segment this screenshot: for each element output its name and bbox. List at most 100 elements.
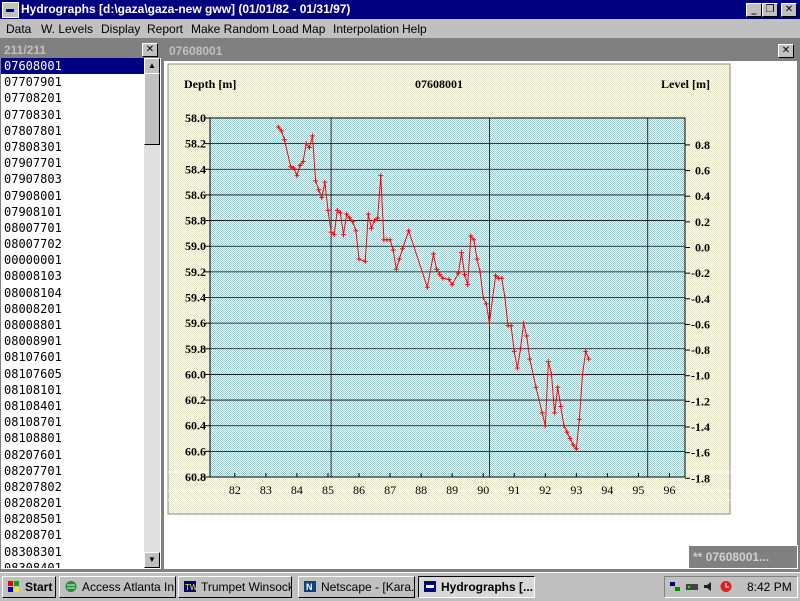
- menu-display[interactable]: Display: [101, 22, 140, 36]
- well-list-item[interactable]: 07808301: [1, 139, 144, 155]
- maximize-button[interactable]: ❐: [762, 3, 778, 17]
- well-list-item[interactable]: 08308401: [1, 560, 144, 568]
- well-list-item[interactable]: 07707901: [1, 74, 144, 90]
- app-title-bar[interactable]: Hydrographs [d:\gaza\gaza-new gww] (01/0…: [0, 0, 800, 19]
- well-list-item[interactable]: 08208501: [1, 511, 144, 527]
- menu-bar: Data W. Levels Display Report Make Rando…: [0, 19, 800, 38]
- well-list-item[interactable]: 07708201: [1, 90, 144, 106]
- well-list-item[interactable]: 08108101: [1, 382, 144, 398]
- left-axis-title: Depth [m]: [184, 77, 236, 91]
- well-list-item[interactable]: 08008801: [1, 317, 144, 333]
- minimize-button[interactable]: _: [746, 3, 762, 17]
- task-hydrographs[interactable]: Hydrographs [...: [418, 576, 535, 598]
- well-list-item[interactable]: 08107601: [1, 349, 144, 365]
- well-list-item[interactable]: 08008201: [1, 301, 144, 317]
- well-list-item[interactable]: 07907701: [1, 155, 144, 171]
- start-button[interactable]: Start: [2, 576, 56, 598]
- menu-w-levels[interactable]: W. Levels: [41, 22, 93, 36]
- well-list-window: 211/211 ✕ 07608001 07707901 07708201 077083…: [0, 40, 162, 570]
- system-tray: 8:42 PM: [664, 576, 798, 598]
- scroll-up-icon[interactable]: ▲: [144, 58, 160, 74]
- well-list-item[interactable]: 08007701: [1, 220, 144, 236]
- right-tick-label: 0.8: [695, 138, 710, 152]
- well-list-item[interactable]: 07608001: [1, 58, 144, 75]
- well-list-item[interactable]: 08207601: [1, 447, 144, 463]
- well-list-item[interactable]: 07807801: [1, 123, 144, 139]
- menu-report[interactable]: Report: [147, 22, 183, 36]
- task-netscape[interactable]: N Netscape - [Kara...: [298, 576, 415, 598]
- scheduler-icon[interactable]: [719, 580, 733, 593]
- well-list-item[interactable]: 08108401: [1, 398, 144, 414]
- network-icon[interactable]: [668, 580, 682, 593]
- menu-data[interactable]: Data: [6, 22, 31, 36]
- netscape-icon: N: [304, 581, 316, 592]
- well-list-scrollbar[interactable]: ▲ ▼: [144, 58, 160, 568]
- left-tick-label: 60.2: [185, 393, 206, 407]
- well-list-item[interactable]: 08008103: [1, 268, 144, 284]
- svg-text:TW: TW: [185, 583, 197, 592]
- close-button[interactable]: ✕: [781, 3, 797, 17]
- well-list-item[interactable]: 08008901: [1, 333, 144, 349]
- x-tick-label: 85: [322, 483, 334, 497]
- well-list-item[interactable]: 08208701: [1, 527, 144, 543]
- well-list-item[interactable]: 00000001: [1, 252, 144, 268]
- task-label: Netscape - [Kara...: [321, 580, 415, 594]
- well-list-item[interactable]: 07908001: [1, 188, 144, 204]
- hydrograph-chart[interactable]: 58.0 58.2 58.4 58.6 58.8 59.0 59.2 59.4 59.6 59.8…: [164, 62, 797, 569]
- app-icon[interactable]: [2, 2, 19, 18]
- right-tick-label: -0.2: [691, 266, 710, 280]
- chart-title: 07608001: [415, 77, 463, 91]
- left-tick-label: 60.4: [185, 419, 206, 433]
- well-list-item[interactable]: 08007702: [1, 236, 144, 252]
- left-tick-label: 60.0: [185, 367, 206, 381]
- well-list-item[interactable]: 08107605: [1, 366, 144, 382]
- task-trumpet-winsock[interactable]: TW Trumpet Winsock: [178, 576, 292, 598]
- well-list-item[interactable]: 07907803: [1, 171, 144, 187]
- scroll-down-icon[interactable]: ▼: [144, 552, 160, 568]
- taskbar: Start Access Atlanta In... TW Trumpet Wi…: [0, 572, 800, 601]
- menu-make-random[interactable]: Make Random: [191, 22, 269, 36]
- right-tick-label: -1.8: [691, 471, 710, 485]
- left-tick-label: 58.4: [185, 162, 206, 176]
- task-access-atlanta[interactable]: Access Atlanta In...: [59, 576, 176, 598]
- left-tick-label: 59.0: [185, 239, 206, 253]
- well-list-item[interactable]: 08308301: [1, 544, 144, 560]
- scroll-thumb[interactable]: [144, 73, 160, 145]
- left-tick-label: 58.8: [185, 214, 206, 228]
- well-list-close-icon[interactable]: ✕: [142, 43, 158, 57]
- minimized-window[interactable]: ** 07608001...: [688, 545, 798, 569]
- well-list-item[interactable]: 07908101: [1, 204, 144, 220]
- menu-interpolation[interactable]: Interpolation: [333, 22, 399, 36]
- right-tick-label: -1.4: [691, 420, 710, 434]
- x-tick-label: 96: [663, 483, 675, 497]
- x-tick-label: 83: [260, 483, 272, 497]
- well-list-item[interactable]: 07708301: [1, 107, 144, 123]
- well-list-item[interactable]: 08108701: [1, 414, 144, 430]
- hydrograph-close-icon[interactable]: ✕: [778, 44, 794, 58]
- right-tick-label: 0.4: [695, 189, 710, 203]
- task-label: Access Atlanta In...: [82, 580, 176, 594]
- speaker-icon[interactable]: [702, 580, 716, 593]
- well-list-item[interactable]: 08208201: [1, 495, 144, 511]
- well-list-item[interactable]: 08108801: [1, 430, 144, 446]
- left-tick-label: 59.2: [185, 265, 206, 279]
- modem-icon[interactable]: [685, 580, 699, 593]
- menu-help[interactable]: Help: [402, 22, 427, 36]
- well-list-item[interactable]: 08207802: [1, 479, 144, 495]
- right-tick-label: -0.4: [691, 292, 710, 306]
- hydrographs-icon: [424, 581, 436, 592]
- well-list-title-bar[interactable]: 211/211 ✕: [1, 41, 161, 58]
- right-tick-label: -1.2: [691, 394, 710, 408]
- x-tick-label: 82: [229, 483, 241, 497]
- well-list-item[interactable]: 08207701: [1, 463, 144, 479]
- x-tick-label: 89: [446, 483, 458, 497]
- menu-load-map[interactable]: Load Map: [272, 22, 325, 36]
- right-tick-label: 0.6: [695, 164, 710, 178]
- minimized-window-title: ** 07608001...: [693, 550, 770, 564]
- x-tick-label: 92: [539, 483, 551, 497]
- well-list-item[interactable]: 08008104: [1, 285, 144, 301]
- task-label: Trumpet Winsock: [201, 580, 292, 594]
- hydrograph-title-bar[interactable]: 07608001 ✕: [164, 41, 797, 61]
- right-axis-title: Level [m]: [661, 77, 710, 91]
- well-list[interactable]: 07608001 07707901 07708201 07708301 07807801…: [1, 58, 144, 568]
